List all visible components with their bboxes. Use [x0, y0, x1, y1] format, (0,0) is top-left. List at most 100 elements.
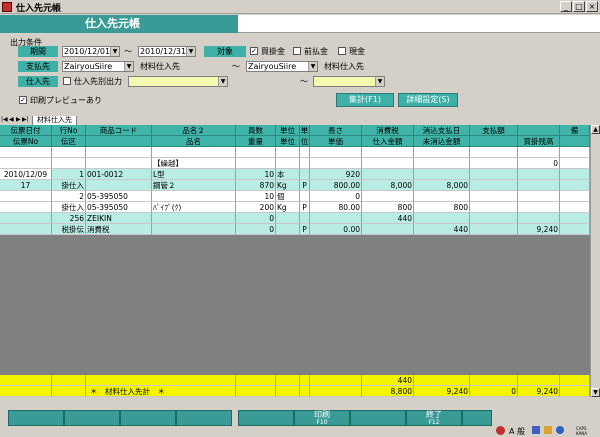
- grid-cell[interactable]: Kg: [276, 180, 300, 191]
- grid-cell[interactable]: [300, 213, 310, 224]
- grid-cell[interactable]: [152, 213, 236, 224]
- grid-cell[interactable]: [414, 213, 470, 224]
- grid-cell[interactable]: [414, 375, 470, 386]
- table-row[interactable]: 2010/12/09 1 001-0012 L型 10 本 920 17 掛仕入 鋼管２ 870 Kg…: [0, 169, 590, 191]
- grid-cell[interactable]: [414, 169, 470, 180]
- grid-cell[interactable]: [362, 158, 414, 169]
- grid-cell[interactable]: ﾊﾟｲﾌﾟ(ｸ): [152, 202, 236, 213]
- grid-cell[interactable]: [52, 386, 86, 397]
- ime-mode[interactable]: A 般: [509, 426, 525, 437]
- chevron-down-icon[interactable]: ▼: [124, 62, 133, 71]
- payee-to-select[interactable]: ZairyouSiire ▼: [246, 61, 318, 72]
- grid-cell[interactable]: [300, 191, 310, 202]
- grid-cell[interactable]: [310, 375, 362, 386]
- grid-cell[interactable]: [470, 169, 518, 180]
- fkey-blank-4[interactable]: [176, 410, 232, 426]
- grid-cell[interactable]: [518, 375, 560, 386]
- carry-forward-row[interactable]: 【繰越】 0: [0, 147, 590, 169]
- grid-cell[interactable]: 80.00: [310, 202, 362, 213]
- grid-cell[interactable]: P: [300, 224, 310, 235]
- grid-cell[interactable]: 256: [52, 213, 86, 224]
- fkey-blank-6[interactable]: [350, 410, 406, 426]
- supplier-to-select[interactable]: ▼: [313, 76, 385, 87]
- grid-cell[interactable]: 9,240: [518, 386, 560, 397]
- aggregate-button[interactable]: 集計(F1): [336, 93, 394, 107]
- tool-icon[interactable]: [544, 426, 552, 434]
- fkey-blank-1[interactable]: [8, 410, 64, 426]
- fkey-blank-5[interactable]: [238, 410, 294, 426]
- grid-cell[interactable]: [236, 158, 276, 169]
- grid-cell[interactable]: [52, 147, 86, 158]
- grid-cell[interactable]: [414, 147, 470, 158]
- grid-cell[interactable]: 9,240: [414, 386, 470, 397]
- grid-cell[interactable]: 2: [52, 191, 86, 202]
- grid-cell[interactable]: [518, 169, 560, 180]
- grid-cell[interactable]: [470, 202, 518, 213]
- grid-cell[interactable]: 920: [310, 169, 362, 180]
- grid-cell[interactable]: [276, 158, 300, 169]
- grid-cell[interactable]: [0, 224, 52, 235]
- supplier-separate-checkbox[interactable]: [63, 77, 71, 85]
- detail-settings-button[interactable]: 詳細設定(S): [398, 93, 458, 107]
- chevron-down-icon[interactable]: ▼: [218, 77, 227, 86]
- grid-cell[interactable]: [470, 191, 518, 202]
- grid-cell[interactable]: [518, 213, 560, 224]
- chevron-down-icon[interactable]: ▼: [375, 77, 384, 86]
- grid-cell[interactable]: 0: [470, 386, 518, 397]
- grid-cell[interactable]: 掛仕入: [52, 180, 86, 191]
- grid-cell[interactable]: [52, 375, 86, 386]
- grid-cell[interactable]: [560, 213, 590, 224]
- grid-cell[interactable]: 440: [362, 213, 414, 224]
- grid-cell[interactable]: 800: [414, 202, 470, 213]
- grid-cell[interactable]: [470, 158, 518, 169]
- grid-cell[interactable]: 0: [236, 224, 276, 235]
- grid-cell[interactable]: 05-395050: [86, 191, 152, 202]
- supplier-from-select[interactable]: ▼: [128, 76, 228, 87]
- grid-cell[interactable]: 870: [236, 180, 276, 191]
- grid-cell[interactable]: [560, 224, 590, 235]
- grid-cell[interactable]: [362, 169, 414, 180]
- grid-cell[interactable]: 本: [276, 169, 300, 180]
- grid-cell[interactable]: [276, 147, 300, 158]
- grid-cell[interactable]: 税掛伝: [52, 224, 86, 235]
- grid-cell[interactable]: [236, 386, 276, 397]
- grid-cell[interactable]: [152, 224, 236, 235]
- grid-cell[interactable]: 鋼管２: [152, 180, 236, 191]
- grid-cell[interactable]: [560, 375, 590, 386]
- grid-cell[interactable]: [470, 375, 518, 386]
- grid-cell[interactable]: [560, 147, 590, 158]
- grid-cell[interactable]: [470, 180, 518, 191]
- help-icon[interactable]: [556, 426, 564, 434]
- grid-cell[interactable]: [86, 180, 152, 191]
- period-to-select[interactable]: 2010/12/31 ▼: [138, 46, 196, 57]
- minimize-button[interactable]: _: [560, 1, 572, 12]
- grid-cell[interactable]: 440: [414, 224, 470, 235]
- grid-cell[interactable]: [470, 224, 518, 235]
- grid-cell[interactable]: [276, 386, 300, 397]
- grid-cell[interactable]: [310, 147, 362, 158]
- vertical-scrollbar[interactable]: ▲ ▼: [590, 125, 600, 397]
- grid-cell[interactable]: 001-0012: [86, 169, 152, 180]
- grid-cell[interactable]: 10: [236, 191, 276, 202]
- payee-from-select[interactable]: ZairyouSiire ▼: [62, 61, 134, 72]
- tab-nav-first[interactable]: |◀: [1, 116, 8, 123]
- grid-cell[interactable]: [518, 202, 560, 213]
- grid-cell[interactable]: [560, 169, 590, 180]
- grid-cell[interactable]: 0.00: [310, 224, 362, 235]
- grid-cell[interactable]: 200: [236, 202, 276, 213]
- tab-nav-last[interactable]: ▶|: [22, 116, 29, 123]
- grid-cell[interactable]: [518, 147, 560, 158]
- grid-cell[interactable]: [300, 158, 310, 169]
- target-checkbox-cash[interactable]: [338, 47, 346, 55]
- grid-cell[interactable]: [0, 191, 52, 202]
- grid-cell[interactable]: [276, 375, 300, 386]
- grid-cell[interactable]: [470, 213, 518, 224]
- grid-cell[interactable]: 2010/12/09: [0, 169, 52, 180]
- grid-cell[interactable]: ZEIKIN: [86, 213, 152, 224]
- tab-nav-next[interactable]: ▶: [16, 116, 21, 123]
- grid-cell[interactable]: [0, 213, 52, 224]
- grid-cell[interactable]: [470, 147, 518, 158]
- grid-cell[interactable]: 10: [236, 169, 276, 180]
- grid-cell[interactable]: 【繰越】: [152, 158, 236, 169]
- grid-cell[interactable]: [152, 191, 236, 202]
